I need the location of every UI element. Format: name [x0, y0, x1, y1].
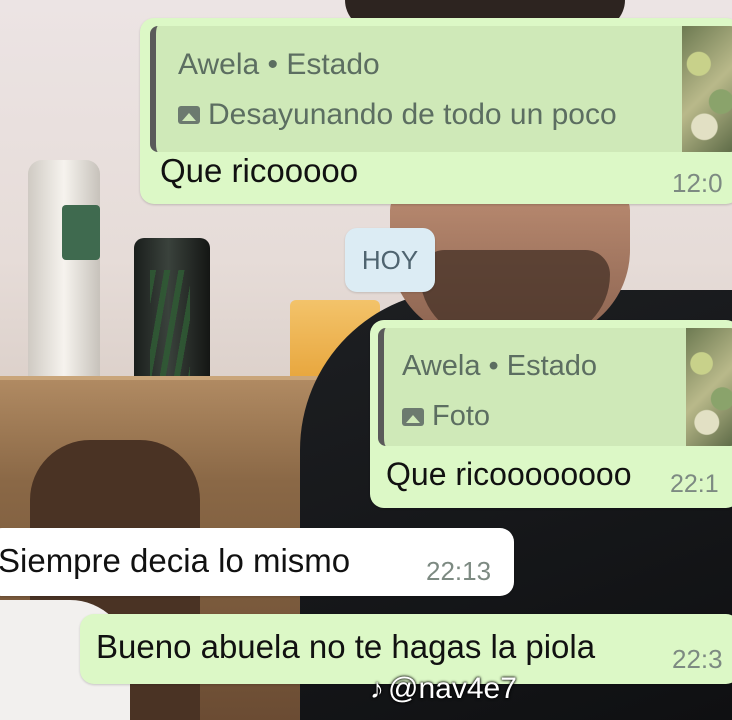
quoted-caption-line: Desayunando de todo un poco	[178, 98, 617, 132]
message-text: Que ricoooooooo	[386, 456, 632, 492]
message-bubble-outgoing[interactable]: Awela • Estado Desayunando de todo un po…	[140, 18, 732, 204]
message-time: 12:0	[672, 168, 723, 198]
quoted-author: Awela • Estado	[178, 48, 380, 81]
message-time: 22:3	[672, 644, 723, 674]
energy-drink-logo	[150, 270, 190, 380]
tiktok-icon: ♪	[370, 673, 384, 704]
quoted-status[interactable]: Awela • Estado Desayunando de todo un po…	[150, 26, 732, 152]
message-time: 22:13	[426, 556, 492, 586]
quoted-caption-line: Foto	[402, 400, 490, 433]
quoted-author: Awela • Estado	[402, 350, 598, 382]
date-separator-label: HOY	[361, 244, 419, 275]
tiktok-watermark: ♪ @nav4e7	[370, 672, 517, 706]
watermark-handle: @nav4e7	[388, 672, 517, 705]
quoted-caption: Foto	[432, 400, 491, 432]
message-text: Bueno abuela no te hagas la piola	[96, 628, 596, 665]
message-text: Que ricooooo	[160, 152, 359, 189]
photo-icon	[402, 407, 424, 426]
photo-icon	[178, 106, 200, 124]
spray-can	[28, 160, 100, 385]
message-bubble-outgoing[interactable]: Awela • Estado Foto Que ricoooooooo 22:1	[370, 320, 732, 508]
quoted-caption: Desayunando de todo un poco	[208, 98, 617, 131]
status-thumbnail[interactable]	[682, 26, 732, 152]
spray-can-label	[62, 205, 100, 260]
message-bubble-incoming[interactable]: Siempre decia lo mismo 22:13	[0, 528, 514, 596]
status-thumbnail[interactable]	[686, 328, 732, 446]
message-time: 22:1	[670, 470, 719, 498]
quoted-status[interactable]: Awela • Estado Foto	[378, 328, 732, 446]
message-text: Siempre decia lo mismo	[0, 542, 351, 579]
date-separator: HOY	[345, 228, 435, 292]
